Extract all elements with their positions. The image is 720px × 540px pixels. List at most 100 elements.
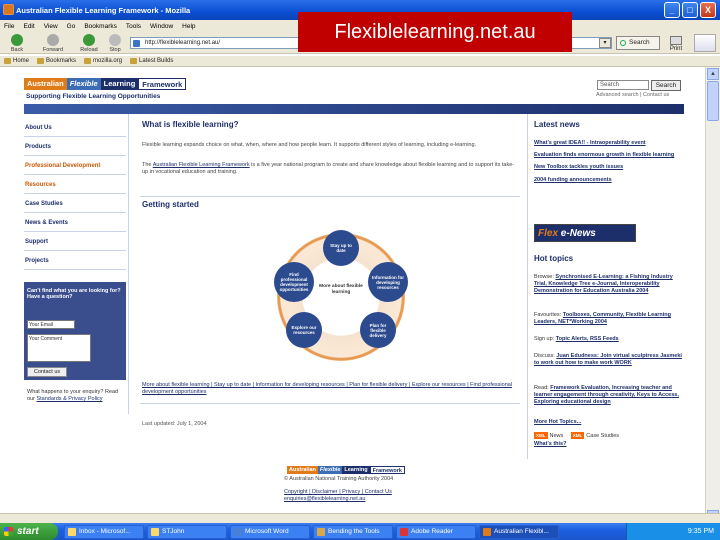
- menu-bookmarks[interactable]: Bookmarks: [84, 23, 117, 30]
- explore-resources-link[interactable]: Explore our resources: [286, 312, 322, 348]
- scroll-thumb[interactable]: [707, 81, 719, 121]
- mozilla-throbber-icon[interactable]: [694, 34, 716, 52]
- start-label: start: [17, 526, 39, 537]
- xml-feed-icon[interactable]: XML: [534, 432, 548, 439]
- hot-topic-favourites: Favourites: Toolboxes, Community, Flexib…: [534, 312, 686, 326]
- flex-enews-banner[interactable]: Flex e-News: [534, 224, 636, 242]
- scroll-up-button[interactable]: ▲: [707, 68, 719, 80]
- task-adobe-reader[interactable]: Adobe Reader: [396, 525, 476, 539]
- stay-up-to-date-link[interactable]: Stay up to date: [323, 230, 359, 266]
- back-button[interactable]: Back: [4, 34, 30, 53]
- getting-started-links: More about flexible learning | Stay up t…: [142, 382, 522, 396]
- hot-topic-links[interactable]: Topic Alerts, RSS Feeds: [556, 336, 619, 342]
- logo-part: Framework: [138, 78, 187, 90]
- task-stjohn[interactable]: STJohn: [147, 525, 227, 539]
- home-icon: [4, 58, 11, 64]
- whats-this-link[interactable]: What's this?: [534, 441, 566, 447]
- bookmark-label: Bookmarks: [46, 58, 77, 64]
- menu-help[interactable]: Help: [182, 23, 195, 30]
- maximize-button[interactable]: □: [682, 2, 698, 18]
- menu-view[interactable]: View: [44, 23, 58, 30]
- logo-part: Learning: [342, 466, 370, 474]
- footer-email-link[interactable]: enquiries@flexiblelearning.net.au: [284, 496, 365, 502]
- forward-button[interactable]: Forward: [40, 34, 66, 53]
- task-label: Australian Flexibl...: [494, 528, 549, 535]
- privacy-policy-link[interactable]: Standards & Privacy Policy: [36, 396, 102, 402]
- nav-products[interactable]: Products: [24, 137, 126, 156]
- page-icon: [133, 40, 140, 47]
- hot-topic-links[interactable]: Juan Edudness: Join virtual sculptress J…: [534, 353, 682, 366]
- task-label: Microsoft Word: [245, 528, 289, 535]
- bookmark-latest-builds[interactable]: Latest Builds: [130, 58, 173, 64]
- bookmark-label: Home: [13, 58, 30, 64]
- plan-flexible-delivery-link[interactable]: Plan for flexible delivery: [360, 312, 396, 348]
- start-button[interactable]: start: [0, 523, 58, 540]
- nav-projects[interactable]: Projects: [24, 251, 126, 270]
- stop-icon: [109, 34, 121, 46]
- menu-edit[interactable]: Edit: [23, 23, 34, 30]
- menu-file[interactable]: File: [4, 23, 14, 30]
- menu-window[interactable]: Window: [150, 23, 173, 30]
- site-search-input[interactable]: Search: [597, 80, 649, 90]
- more-hot-topics-link[interactable]: More Hot Topics...: [534, 419, 581, 425]
- nav-support[interactable]: Support: [24, 232, 126, 251]
- hot-topic-label: Read:: [534, 385, 549, 391]
- task-label: Adobe Reader: [411, 528, 453, 535]
- menu-go[interactable]: Go: [67, 23, 76, 30]
- comment-field[interactable]: Your Comment: [27, 334, 91, 362]
- nav-about-us[interactable]: About Us: [24, 118, 126, 137]
- back-label: Back: [10, 47, 24, 53]
- reload-button[interactable]: Reload: [76, 34, 102, 53]
- getting-started-link-list[interactable]: More about flexible learning | Stay up t…: [142, 382, 512, 395]
- email-field[interactable]: Your Email: [27, 320, 75, 329]
- footer-logo[interactable]: Australian Flexible Learning Framework: [287, 466, 405, 474]
- hot-topic-browse: Browse: Synchronised E-Learning: a Fishi…: [534, 274, 686, 295]
- stop-button[interactable]: Stop: [102, 34, 128, 53]
- bookmark-mozilla-org[interactable]: mozilla.org: [84, 58, 122, 64]
- contact-us-button[interactable]: Contact us: [27, 367, 67, 377]
- task-australian-flexible[interactable]: Australian Flexibl...: [479, 525, 559, 539]
- vertical-scrollbar[interactable]: ▲ ▼: [705, 67, 720, 523]
- more-about-flexible-learning-link[interactable]: More about flexible learning: [319, 284, 363, 296]
- left-navigation: About Us Products Professional Developme…: [24, 118, 126, 270]
- print-button[interactable]: Print: [664, 36, 688, 54]
- minimize-button[interactable]: _: [664, 2, 680, 18]
- status-bar: [0, 513, 720, 523]
- bookmark-bookmarks[interactable]: Bookmarks: [37, 58, 76, 64]
- news-item[interactable]: What's great IDEA!! - Intraoperability e…: [534, 140, 686, 147]
- search-button[interactable]: Search: [616, 36, 660, 50]
- bookmarks-toolbar: Home Bookmarks mozilla.org Latest Builds: [0, 56, 720, 67]
- hot-topic-links[interactable]: Synchronised E-Learning: a Fishing Indus…: [534, 274, 673, 294]
- news-item[interactable]: 2004 funding announcements: [534, 177, 686, 184]
- hot-topic-signup: Sign up: Topic Alerts, RSS Feeds: [534, 336, 686, 343]
- nav-case-studies[interactable]: Case Studies: [24, 194, 126, 213]
- bookmark-home[interactable]: Home: [4, 58, 29, 64]
- clock[interactable]: 9:35 PM: [688, 528, 714, 535]
- task-bending-tools[interactable]: Bending the Tools: [313, 525, 393, 539]
- stop-label: Stop: [109, 47, 121, 53]
- site-search-button[interactable]: Search: [651, 80, 681, 91]
- menu-tools[interactable]: Tools: [126, 23, 141, 30]
- developing-resources-link[interactable]: Information for developing resources: [368, 262, 408, 302]
- xml-feed-icon[interactable]: XML: [570, 432, 585, 439]
- hot-topic-links[interactable]: Framework Evaluation, Increasing teacher…: [534, 385, 679, 405]
- close-button[interactable]: X: [700, 2, 716, 18]
- nav-news-events[interactable]: News & Events: [24, 213, 126, 232]
- footer-link-list[interactable]: Copyright | Disclaimer | Privacy | Conta…: [284, 489, 392, 495]
- framework-link[interactable]: Australian Flexible Learning Framework: [153, 162, 250, 168]
- find-pd-opportunities-link[interactable]: Find professional development opportunit…: [274, 262, 314, 302]
- powerpoint-icon: [317, 528, 325, 536]
- url-dropdown-button[interactable]: ▾: [599, 38, 611, 48]
- divider: [140, 403, 520, 404]
- nav-professional-development[interactable]: Professional Development: [24, 156, 126, 175]
- nav-resources[interactable]: Resources: [24, 175, 126, 194]
- task-inbox[interactable]: Inbox - Microsof...: [64, 525, 144, 539]
- site-logo[interactable]: Australian Flexible Learning Framework: [24, 78, 187, 90]
- enquiry-note: What happens to your enquiry? Read our S…: [27, 389, 125, 403]
- task-word[interactable]: Microsoft Word: [230, 525, 310, 539]
- top-links[interactable]: Advanced search | Contact us: [596, 92, 669, 98]
- news-item[interactable]: Evaluation finds enormous growth in flex…: [534, 152, 686, 159]
- news-item[interactable]: New Toolbox tackles youth issues: [534, 164, 686, 171]
- para-text: The: [142, 162, 152, 168]
- heading-getting-started: Getting started: [142, 200, 199, 209]
